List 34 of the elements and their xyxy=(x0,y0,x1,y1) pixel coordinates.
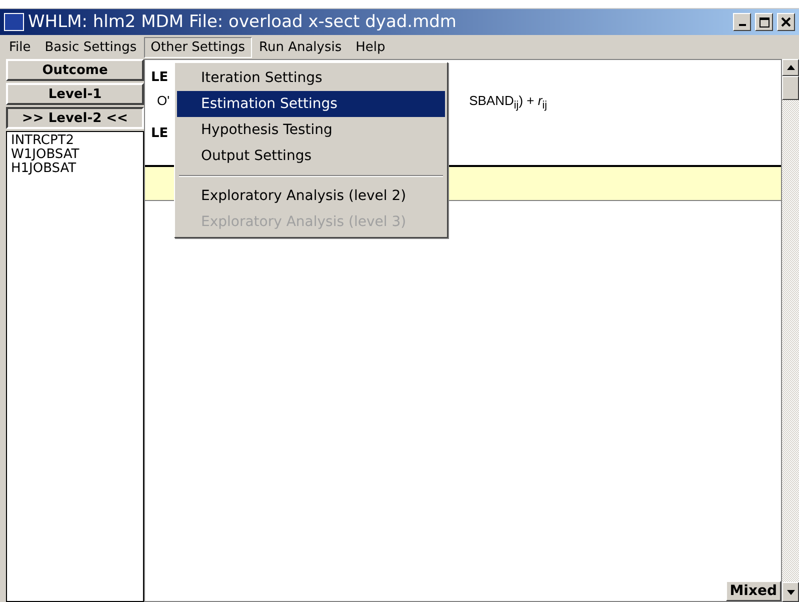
variable-item[interactable]: INTRCPT2 xyxy=(11,134,139,148)
minimize-icon xyxy=(738,24,746,26)
menu-option[interactable]: Exploratory Analysis (level 2) xyxy=(177,183,445,209)
menu-option[interactable]: Iteration Settings xyxy=(177,65,445,91)
variable-item[interactable]: W1JOBSAT xyxy=(11,148,139,162)
equation-text: O' xyxy=(157,93,170,110)
maximize-icon xyxy=(758,16,770,28)
up-arrow-icon xyxy=(786,65,794,70)
scrollbar-thumb[interactable] xyxy=(782,76,799,100)
model-heading: LE xyxy=(150,69,170,85)
menu-option[interactable]: Output Settings xyxy=(177,143,445,169)
level-button[interactable]: Outcome xyxy=(6,59,144,81)
equation-text: SBAND$_{ij}$) + r$_{ij}$ xyxy=(469,93,547,112)
menu-option[interactable]: Estimation Settings xyxy=(177,91,445,117)
down-arrow-icon xyxy=(786,590,794,594)
close-button[interactable] xyxy=(777,13,795,31)
scroll-up-button[interactable] xyxy=(782,59,799,76)
variable-item[interactable]: H1JOBSAT xyxy=(11,162,139,176)
mode-button[interactable]: Mixed xyxy=(726,581,781,601)
level-button[interactable]: >> Level-2 << xyxy=(6,107,144,129)
maximize-button[interactable] xyxy=(755,13,773,31)
app-icon xyxy=(4,13,24,31)
menu-option[interactable]: Hypothesis Testing xyxy=(177,117,445,143)
menu-item[interactable]: Basic Settings xyxy=(38,36,144,58)
menu-item[interactable]: File xyxy=(2,36,38,58)
model-heading: LE xyxy=(150,124,170,141)
dropdown-button[interactable] xyxy=(782,582,799,602)
menu-item[interactable]: Other Settings xyxy=(144,36,252,58)
window-title: WHLM: hlm2 MDM File: overload x-sect dyad.mdm xyxy=(28,12,458,32)
menu-item[interactable]: Help xyxy=(348,36,392,58)
minimize-button[interactable] xyxy=(733,13,751,31)
level-button[interactable]: Level-1 xyxy=(6,83,144,105)
close-icon xyxy=(781,17,791,27)
menu-item[interactable]: Run Analysis xyxy=(252,36,349,58)
